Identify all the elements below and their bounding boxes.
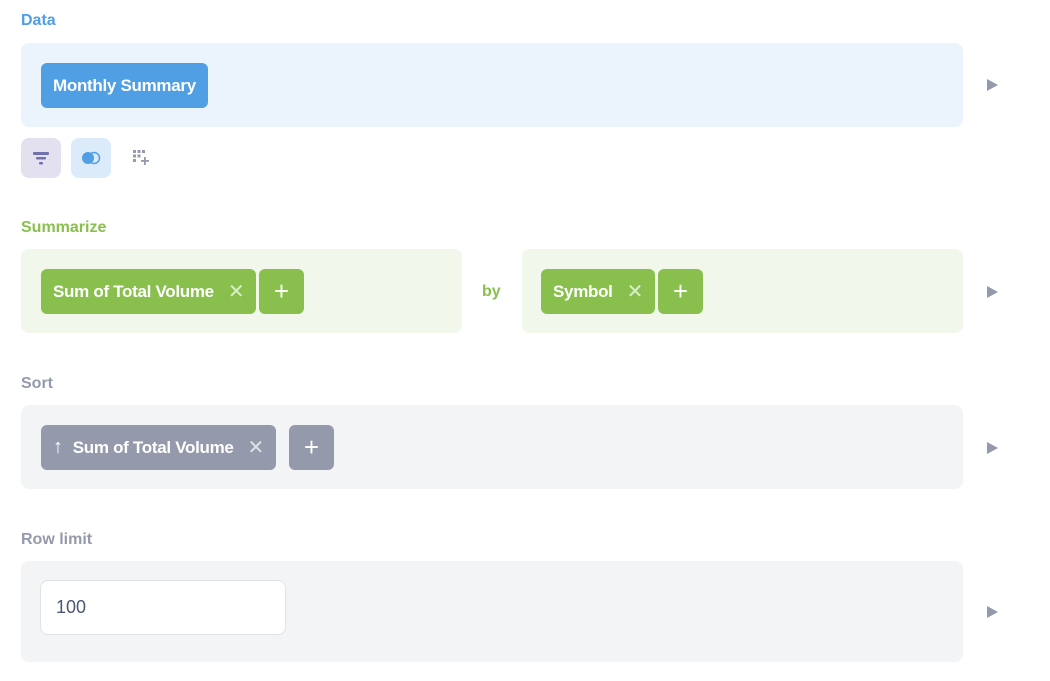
- metric-pill[interactable]: Sum of Total Volume ✕: [41, 269, 257, 314]
- add-metric-button[interactable]: +: [259, 269, 304, 314]
- join-button[interactable]: [71, 138, 111, 178]
- custom-column-button[interactable]: [121, 138, 161, 178]
- data-source-pill[interactable]: Monthly Summary: [41, 63, 208, 108]
- add-breakout-button[interactable]: +: [658, 269, 703, 314]
- remove-icon[interactable]: ✕: [228, 279, 245, 304]
- row-limit-section-label: Row limit: [21, 531, 93, 548]
- breakout-label: Symbol: [553, 281, 613, 301]
- add-column-icon: [133, 150, 149, 165]
- preview-arrow-icon[interactable]: [987, 79, 998, 91]
- preview-arrow-icon[interactable]: [987, 606, 998, 618]
- sort-label: Sum of Total Volume: [72, 437, 234, 457]
- breakout-pill[interactable]: Symbol ✕: [541, 269, 656, 314]
- arrow-up-icon: ↑: [53, 436, 63, 458]
- preview-arrow-icon[interactable]: [987, 442, 998, 454]
- row-limit-input[interactable]: 100: [40, 580, 286, 635]
- filter-button[interactable]: [21, 138, 61, 178]
- sort-pill[interactable]: ↑ Sum of Total Volume ✕: [41, 425, 277, 470]
- metrics-area: Sum of Total Volume ✕ +: [21, 249, 462, 333]
- join-icon: [82, 151, 101, 165]
- sort-section-label: Sort: [21, 375, 53, 392]
- breakout-area: Symbol ✕ +: [522, 249, 963, 333]
- remove-icon[interactable]: ✕: [248, 435, 265, 460]
- metric-label: Sum of Total Volume: [53, 281, 214, 301]
- add-sort-button[interactable]: +: [289, 425, 334, 470]
- remove-icon[interactable]: ✕: [627, 279, 644, 304]
- row-limit-step: 100: [21, 561, 963, 662]
- sort-step: ↑ Sum of Total Volume ✕ +: [21, 405, 963, 489]
- by-label: by: [482, 283, 501, 300]
- filter-icon: [33, 152, 49, 165]
- summarize-section-label: Summarize: [21, 219, 107, 236]
- data-step: Monthly Summary: [21, 43, 963, 127]
- preview-arrow-icon[interactable]: [987, 286, 998, 298]
- data-section-label: Data: [21, 12, 56, 29]
